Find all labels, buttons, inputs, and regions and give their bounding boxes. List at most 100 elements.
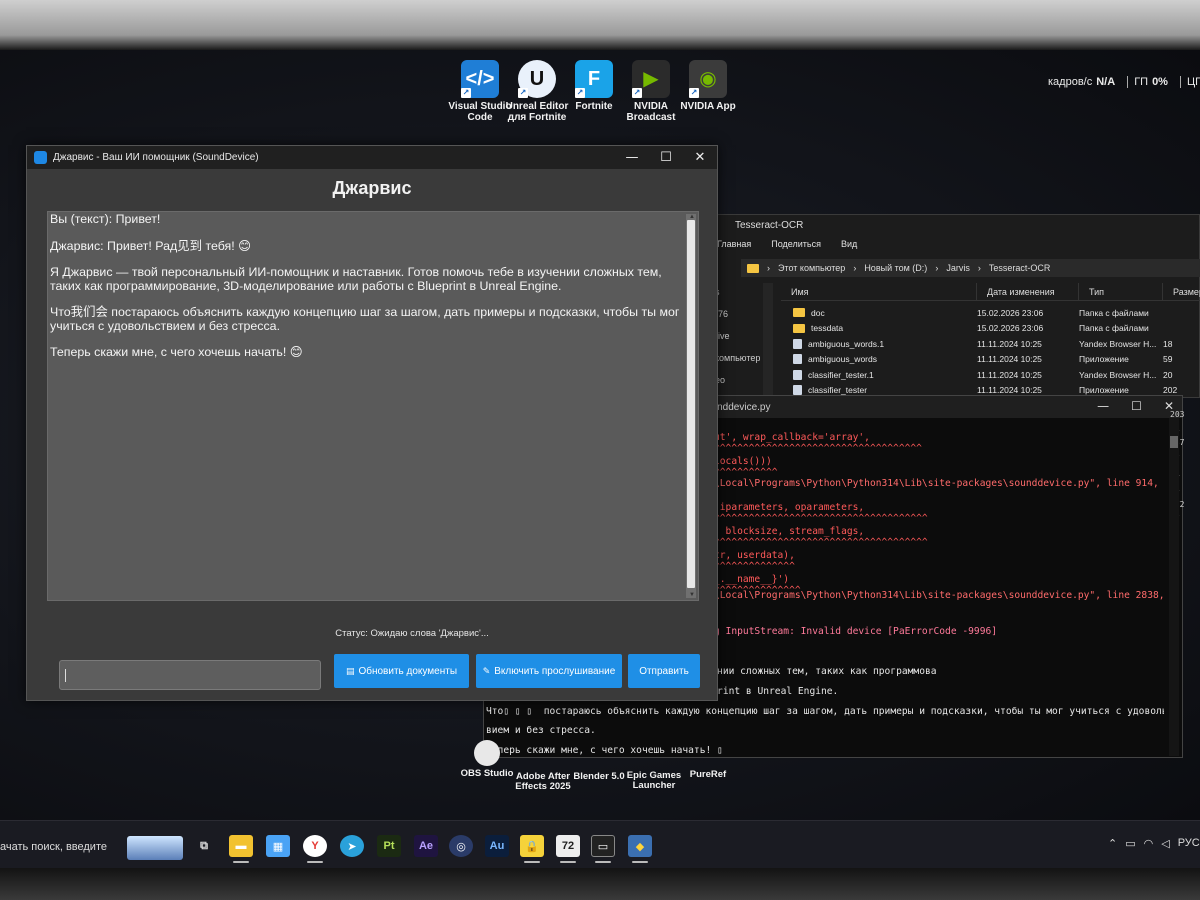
chat-scrollbar-thumb[interactable]	[687, 220, 695, 588]
breadcrumb-separator: ›	[853, 263, 857, 273]
document-icon: ▤	[345, 665, 355, 676]
close-icon[interactable]: ✕	[683, 146, 717, 169]
file-type: Папка с файлами	[1079, 323, 1149, 334]
file-row[interactable]: doc 15.02.2026 23:06 Папка с файлами	[781, 305, 1200, 321]
file-explorer-window[interactable]: Tesseract-OCR Главная Поделиться Вид › Э…	[700, 214, 1200, 399]
file-type: Папка с файлами	[1079, 307, 1149, 318]
explorer-menu: Главная Поделиться Вид	[701, 235, 1199, 255]
minimize-icon[interactable]: —	[615, 146, 649, 169]
app-tile-icon[interactable]: 72	[556, 835, 580, 857]
explorer-title: Tesseract-OCR	[735, 220, 804, 231]
chat-log[interactable]: Вы (текст): Привет! Джарвис: Привет! Рад…	[47, 211, 699, 601]
file-row[interactable]: tessdata 15.02.2026 23:06 Папка с файлам…	[781, 321, 1200, 337]
fortnite-icon: F ↗	[575, 60, 613, 98]
store-icon[interactable]: ▦	[266, 835, 290, 857]
console-line: ^^^^^^^^^^^	[714, 467, 778, 478]
search-highlight-image	[127, 836, 183, 860]
desktop-icon-nvidia-app[interactable]: ◉ ↗ NVIDIA App	[674, 60, 742, 112]
file-row[interactable]: classifier_tester.1 11.11.2024 10:25 Yan…	[781, 367, 1200, 383]
file-size: 59	[1163, 354, 1173, 365]
file-list-header: Имя Дата изменения Тип Размер	[781, 283, 1200, 301]
language-indicator[interactable]: РУС	[1178, 837, 1200, 850]
column-size[interactable]: Размер	[1163, 283, 1200, 300]
desktop-icon-obs[interactable]: OBS Studio	[455, 740, 519, 779]
jarvis-titlebar[interactable]: Джарвис - Ваш ИИ помощник (SoundDevice)	[27, 146, 717, 169]
column-name[interactable]: Имя	[781, 283, 977, 300]
menu-item-share[interactable]: Поделиться	[771, 239, 821, 255]
chat-message-assistant: Джарвис: Привет! Рад见到 тебя! 😊	[50, 238, 252, 253]
address-bar[interactable]: › Этот компьютер › Новый том (D:) › Jarv…	[741, 259, 1200, 277]
active-indicator	[233, 861, 249, 863]
text-caret	[65, 669, 66, 682]
desktop-icon-pureref[interactable]: PureRef	[676, 770, 740, 780]
yandex-browser-icon[interactable]: Y	[303, 835, 327, 857]
terminal-icon[interactable]: ▭	[591, 835, 615, 857]
column-date[interactable]: Дата изменения	[977, 283, 1079, 300]
jarvis-window[interactable]: Джарвис - Ваш ИИ помощник (SoundDevice) …	[26, 145, 718, 701]
painter-icon[interactable]: Pt	[377, 835, 401, 857]
audition-icon[interactable]: Au	[485, 835, 509, 857]
breadcrumb-drive[interactable]: Новый том (D:)	[864, 263, 927, 273]
console-scrollbar-thumb[interactable]	[1170, 436, 1178, 448]
console-line: ^^^^^^^^^^^^^^	[714, 561, 795, 572]
refresh-documents-button[interactable]: ▤ Обновить документы	[334, 654, 469, 688]
console-line: ^^^^^^^^^^^^^^^^^^^^^^^^^^^^^^^^^^^^^	[714, 513, 928, 524]
desktop-icon-after-effects[interactable]: Adobe After Effects 2025	[511, 772, 575, 792]
desktop-icon-label: для Fortnite	[507, 112, 567, 123]
system-tray: ⌃ ▭ ◠ ◁ РУС	[1108, 837, 1200, 850]
active-indicator	[595, 861, 611, 863]
breadcrumb-jarvis[interactable]: Jarvis	[946, 263, 970, 273]
performance-overlay: кадров/с N/A ГП 0% ЦП	[1048, 76, 1200, 89]
active-indicator	[632, 861, 648, 863]
breadcrumb-separator: ›	[977, 263, 981, 273]
network-icon[interactable]: ▭	[1125, 837, 1135, 850]
file-name: ambiguous_words	[808, 354, 877, 365]
app-icon	[34, 151, 47, 164]
maximize-icon[interactable]: ☐	[649, 146, 683, 169]
column-type[interactable]: Тип	[1079, 283, 1163, 300]
chat-message-assistant: Что我们会 постараюсь объяснить каждую конце…	[50, 305, 680, 333]
desktop-icon-label: Effects 2025	[515, 781, 571, 792]
message-input[interactable]	[59, 660, 321, 690]
file-explorer-taskbar-icon[interactable]: ▬	[229, 835, 253, 857]
fps-value: N/A	[1096, 76, 1116, 88]
chat-message-user: Вы (текст): Привет!	[50, 212, 161, 226]
file-row[interactable]: ambiguous_words.1 11.11.2024 10:25 Yande…	[781, 336, 1200, 352]
obs-icon	[474, 740, 500, 766]
breadcrumb-separator: ›	[935, 263, 939, 273]
volume-icon[interactable]: ◁	[1161, 837, 1169, 850]
scroll-up-icon[interactable]: ▲	[689, 214, 695, 220]
file-name: doc	[811, 307, 825, 318]
enable-listening-button[interactable]: ✎ Включить прослушивание	[476, 654, 622, 688]
console-line: Что▯ ▯ ▯ постараюсь объяснить каждую кон…	[486, 706, 1164, 717]
console-line: \Local\Programs\Python\Python314\Lib\sit…	[714, 590, 1164, 601]
desktop-icon-label: NVIDIA App	[680, 101, 736, 112]
status-text: Статус: Ожидаю слова 'Джарвис'...	[335, 628, 489, 639]
python-icon[interactable]: ◆	[628, 835, 652, 857]
vscode-icon: </> ↗	[461, 60, 499, 98]
file-date: 11.11.2024 10:25	[977, 338, 1042, 349]
file-date: 11.11.2024 10:25	[977, 369, 1042, 380]
scroll-down-icon[interactable]: ▼	[689, 592, 695, 598]
maximize-icon[interactable]: ☐	[1131, 399, 1142, 413]
send-button[interactable]: Отправить	[628, 654, 700, 688]
wifi-icon[interactable]: ◠	[1144, 837, 1154, 850]
menu-item-view[interactable]: Вид	[841, 239, 857, 255]
menu-item-home[interactable]: Главная	[717, 239, 751, 255]
cinema4d-icon[interactable]: ◎	[449, 835, 473, 857]
after-effects-icon[interactable]: Ae	[414, 835, 438, 857]
minimize-icon[interactable]: —	[1097, 399, 1109, 413]
breadcrumb-this-pc[interactable]: Этот компьютер	[778, 263, 845, 273]
lock-app-icon[interactable]: 🔒	[520, 835, 544, 857]
task-view-icon[interactable]: ⧉	[192, 835, 216, 857]
console-scrollbar[interactable]	[1169, 418, 1179, 756]
folder-icon	[793, 323, 805, 333]
telegram-icon[interactable]: ➤	[340, 835, 364, 857]
file-row[interactable]: ambiguous_words 11.11.2024 10:25 Приложе…	[781, 352, 1200, 368]
monitor-bezel-bottom	[0, 868, 1200, 900]
console-line: вием и без стресса.	[486, 725, 596, 736]
nav-scrollbar[interactable]	[763, 283, 773, 399]
file-name: ambiguous_words.1	[808, 338, 885, 349]
chevron-up-icon[interactable]: ⌃	[1108, 837, 1117, 850]
breadcrumb-tesseract[interactable]: Tesseract-OCR	[989, 263, 1051, 273]
